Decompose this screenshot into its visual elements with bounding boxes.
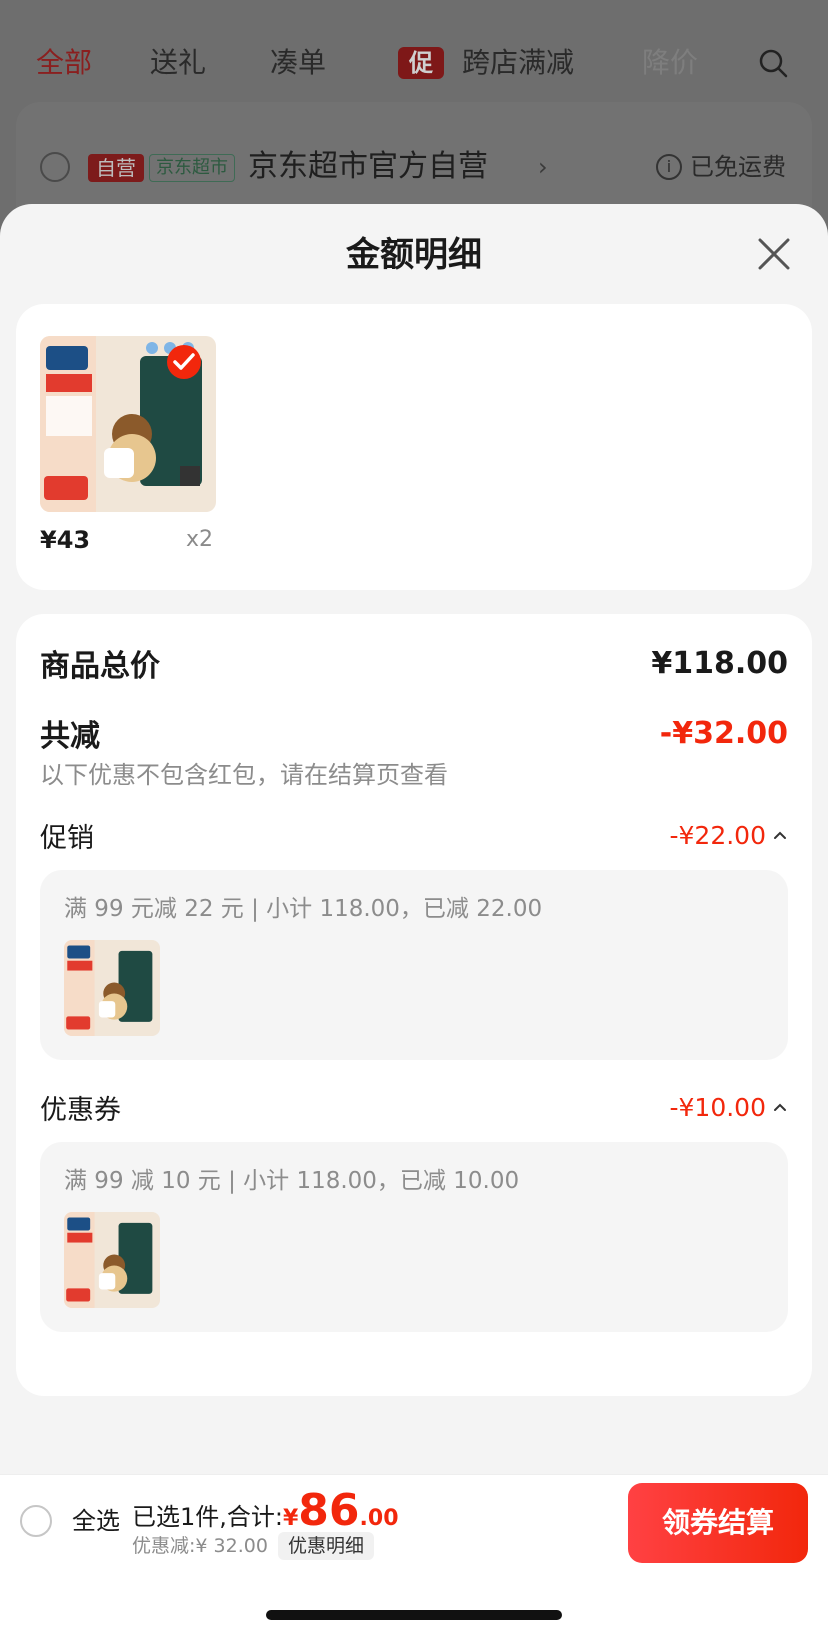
tab-price-drop[interactable]: 降价 — [642, 38, 698, 88]
total-label: 商品总价 — [40, 649, 160, 684]
coupon-detail-box: 满 99 减 10 元 | 小计 118.00，已减 10.00 — [40, 1142, 788, 1332]
selected-total: 已选1件,合计: ¥ 86 .00 — [132, 1489, 399, 1537]
info-icon: i — [656, 154, 682, 180]
reduce-value: -¥32.00 — [659, 715, 788, 751]
coupon-value: -¥10.00 — [669, 1092, 767, 1122]
search-icon[interactable] — [758, 48, 788, 78]
amount-detail-sheet: 金额明细 ¥43 x2 商品总价 ¥118.00 共减 -¥32.00 以下优惠… — [0, 204, 828, 1638]
discount-line: 优惠减:¥ 32.00 优惠明细 — [132, 1531, 374, 1561]
self-operated-tag: 自营 — [88, 154, 144, 182]
checkout-bar: 全选 已选1件,合计: ¥ 86 .00 优惠减:¥ 32.00 优惠明细 领券… — [0, 1474, 828, 1568]
promotion-value-group: -¥22.00 — [670, 821, 789, 850]
checkout-button[interactable]: 领券结算 — [628, 1483, 808, 1563]
select-all-label[interactable]: 全选 — [72, 1503, 120, 1539]
chevron-right-icon: › — [538, 153, 548, 181]
total-integer: 86 — [298, 1485, 360, 1536]
tab-gift[interactable]: 送礼 — [150, 38, 206, 88]
discount-amount: 优惠减:¥ 32.00 — [132, 1535, 268, 1557]
promo-badge: 促 — [398, 47, 444, 79]
coupon-value-group: -¥10.00 — [670, 1093, 789, 1122]
tab-bundle[interactable]: 凑单 — [270, 38, 326, 88]
coupon-detail: 满 99 减 10 元 | 小计 118.00，已减 10.00 — [64, 1168, 520, 1194]
promotion-label: 促销 — [40, 822, 94, 854]
amount-breakdown-card: 商品总价 ¥118.00 共减 -¥32.00 以下优惠不包含红包，请在结算页查… — [16, 614, 812, 1396]
safe-area — [0, 1568, 828, 1638]
market-tag: 京东超市 — [149, 154, 235, 182]
reduce-row: 共减 -¥32.00 — [40, 706, 788, 760]
promotion-detail: 满 99 元减 22 元 | 小计 118.00，已减 22.00 — [64, 896, 543, 922]
chevron-up-icon[interactable] — [772, 1099, 788, 1115]
home-indicator[interactable] — [266, 1610, 562, 1620]
coupon-row[interactable]: 优惠券 -¥10.00 — [40, 1084, 788, 1130]
product-quantity: x2 — [186, 527, 214, 552]
close-icon[interactable] — [754, 234, 794, 274]
reduce-label: 共减 — [40, 719, 100, 754]
discount-detail-button[interactable]: 优惠明细 — [277, 1532, 374, 1560]
promotion-row[interactable]: 促销 -¥22.00 — [40, 812, 788, 858]
selected-check-icon — [167, 345, 201, 379]
shipping-info[interactable]: i 已免运费 — [656, 142, 786, 192]
promotion-detail-box: 满 99 元减 22 元 | 小计 118.00，已减 22.00 — [40, 870, 788, 1060]
promotion-value: -¥22.00 — [669, 820, 767, 850]
background-overlay: 全部 送礼 凑单 促 跨店满减 降价 自营 京东超市 京东超市官方自营 › i … — [0, 0, 828, 262]
store-select-radio[interactable] — [40, 152, 70, 182]
product-price: ¥43 — [40, 526, 91, 554]
tab-all[interactable]: 全部 — [36, 38, 92, 88]
chevron-up-icon[interactable] — [772, 827, 788, 843]
store-name[interactable]: 京东超市官方自营 — [248, 142, 488, 192]
select-all-radio[interactable] — [20, 1505, 52, 1537]
total-value: ¥118.00 — [651, 645, 788, 681]
shipping-text: 已免运费 — [690, 153, 786, 181]
selected-prefix: 已选1件,合计: — [132, 1503, 283, 1531]
sheet-title: 金额明细 — [346, 235, 482, 275]
discount-note: 以下优惠不包含红包，请在结算页查看 — [40, 761, 448, 789]
product-card: ¥43 x2 — [16, 304, 812, 590]
coupon-label: 优惠券 — [40, 1094, 121, 1126]
filter-tabs: 全部 送礼 凑单 促 跨店满减 降价 — [0, 38, 828, 88]
promotion-product-thumb[interactable] — [64, 940, 160, 1036]
total-row: 商品总价 ¥118.00 — [40, 636, 788, 690]
tab-cross-store[interactable]: 跨店满减 — [462, 38, 574, 88]
coupon-product-thumb[interactable] — [64, 1212, 160, 1308]
